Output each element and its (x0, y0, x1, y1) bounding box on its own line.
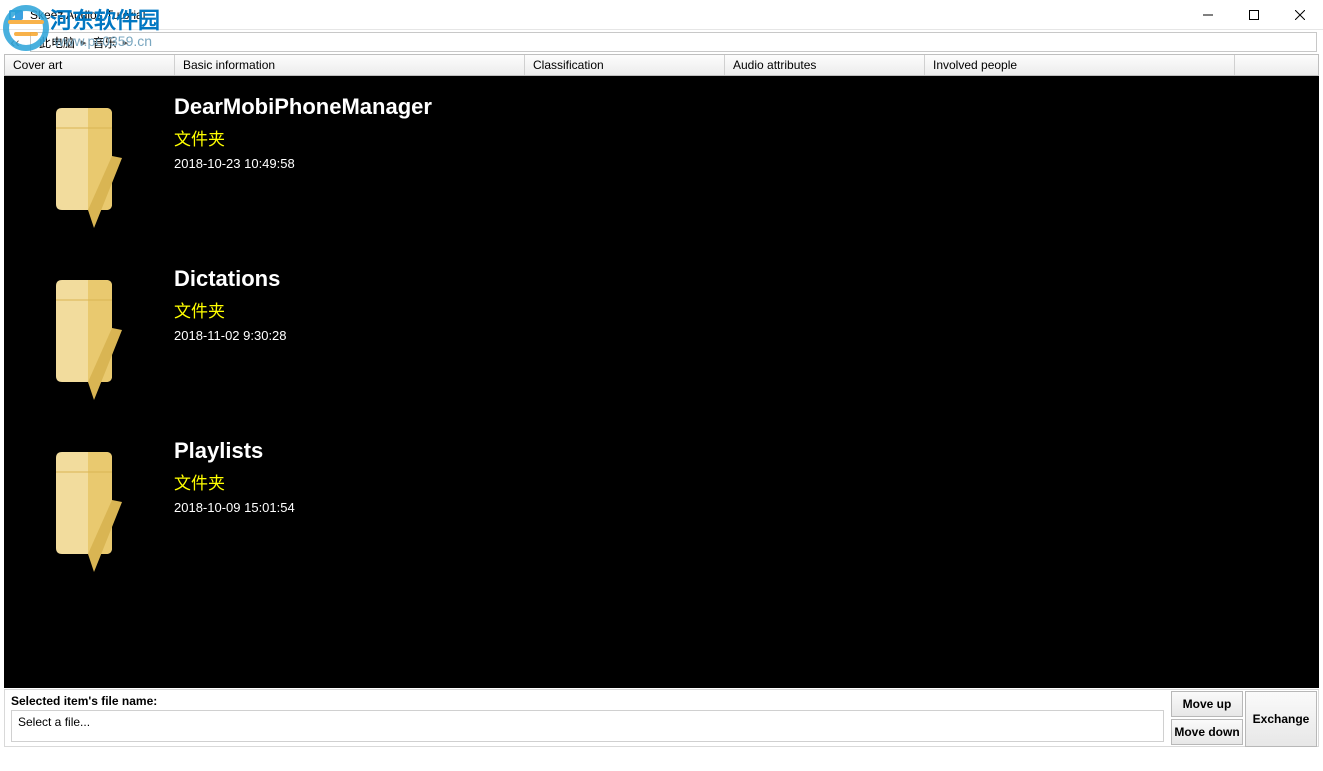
folder-icon (34, 442, 144, 572)
col-classification[interactable]: Classification (525, 55, 725, 75)
col-basic-info[interactable]: Basic information (175, 55, 525, 75)
item-title: Playlists (174, 438, 295, 463)
breadcrumb-seg-1[interactable]: 此电脑 (35, 34, 79, 51)
breadcrumb-seg-2[interactable]: 音乐 (89, 34, 121, 51)
item-type: 文件夹 (174, 125, 432, 150)
col-audio-attrs[interactable]: Audio attributes (725, 55, 925, 75)
list-item[interactable]: DearMobiPhoneManager 文件夹 2018-10-23 10:4… (4, 86, 1319, 258)
col-people[interactable]: Involved people (925, 55, 1235, 75)
file-list[interactable]: DearMobiPhoneManager 文件夹 2018-10-23 10:4… (4, 76, 1319, 688)
close-button[interactable] (1277, 0, 1323, 30)
item-title: Dictations (174, 266, 287, 291)
selected-file-label: Selected item's file name: (11, 694, 1164, 708)
column-headers: Cover art Basic information Classificati… (4, 54, 1319, 76)
exchange-button[interactable]: Exchange (1245, 691, 1317, 747)
folder-icon (34, 270, 144, 400)
minimize-button[interactable] (1185, 0, 1231, 30)
move-up-button[interactable]: Move up (1171, 691, 1243, 717)
breadcrumb-bar: ‹‹ 此电脑 ▸ 音乐 ▸ (0, 30, 1323, 54)
nav-back-icon[interactable]: ‹‹ (6, 33, 24, 51)
titlebar: Skeez Audios Tutorial (0, 0, 1323, 30)
item-type: 文件夹 (174, 469, 295, 494)
app-icon (8, 7, 24, 23)
list-item[interactable]: Playlists 文件夹 2018-10-09 15:01:54 (4, 430, 1319, 602)
folder-icon (34, 98, 144, 228)
chevron-right-icon: ▸ (79, 36, 89, 49)
item-type: 文件夹 (174, 297, 287, 322)
list-item[interactable]: Dictations 文件夹 2018-11-02 9:30:28 (4, 258, 1319, 430)
item-date: 2018-10-09 15:01:54 (174, 500, 295, 515)
item-date: 2018-10-23 10:49:58 (174, 156, 432, 171)
chevron-right-icon: ▸ (121, 36, 131, 49)
item-date: 2018-11-02 9:30:28 (174, 328, 287, 343)
breadcrumb[interactable]: 此电脑 ▸ 音乐 ▸ (30, 32, 1317, 52)
selected-file-value[interactable]: Select a file... (11, 710, 1164, 742)
col-filler (1235, 55, 1318, 75)
item-title: DearMobiPhoneManager (174, 94, 432, 119)
window-title: Skeez Audios Tutorial (30, 8, 145, 22)
col-cover-art[interactable]: Cover art (5, 55, 175, 75)
maximize-button[interactable] (1231, 0, 1277, 30)
move-down-button[interactable]: Move down (1171, 719, 1243, 745)
footer-panel: Selected item's file name: Select a file… (4, 689, 1319, 747)
